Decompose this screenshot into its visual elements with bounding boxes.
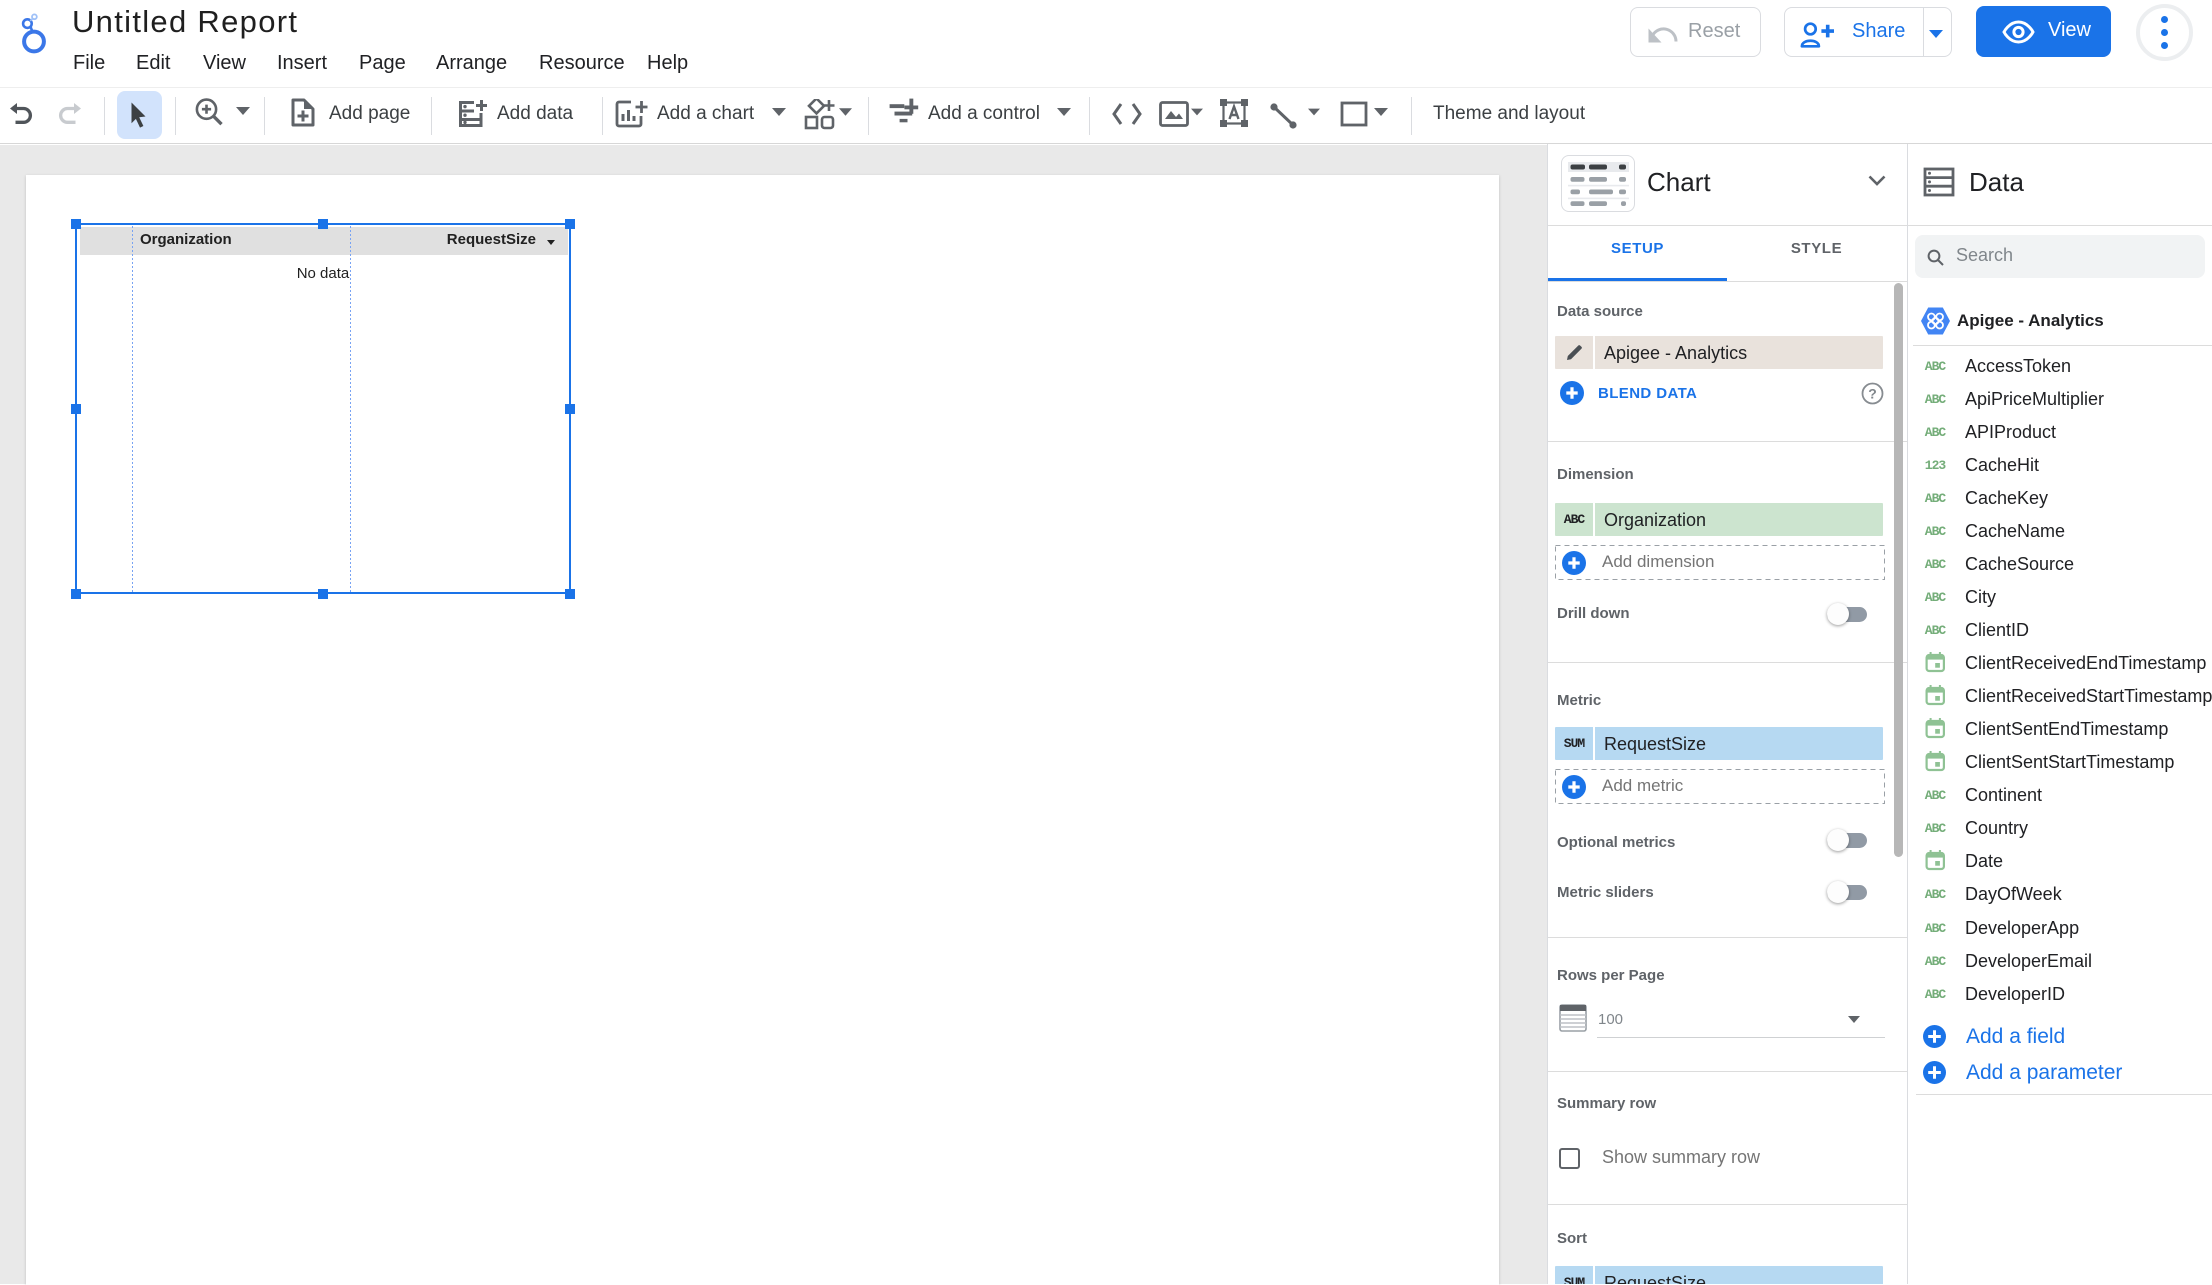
svg-text:?: ? [1868, 386, 1877, 402]
